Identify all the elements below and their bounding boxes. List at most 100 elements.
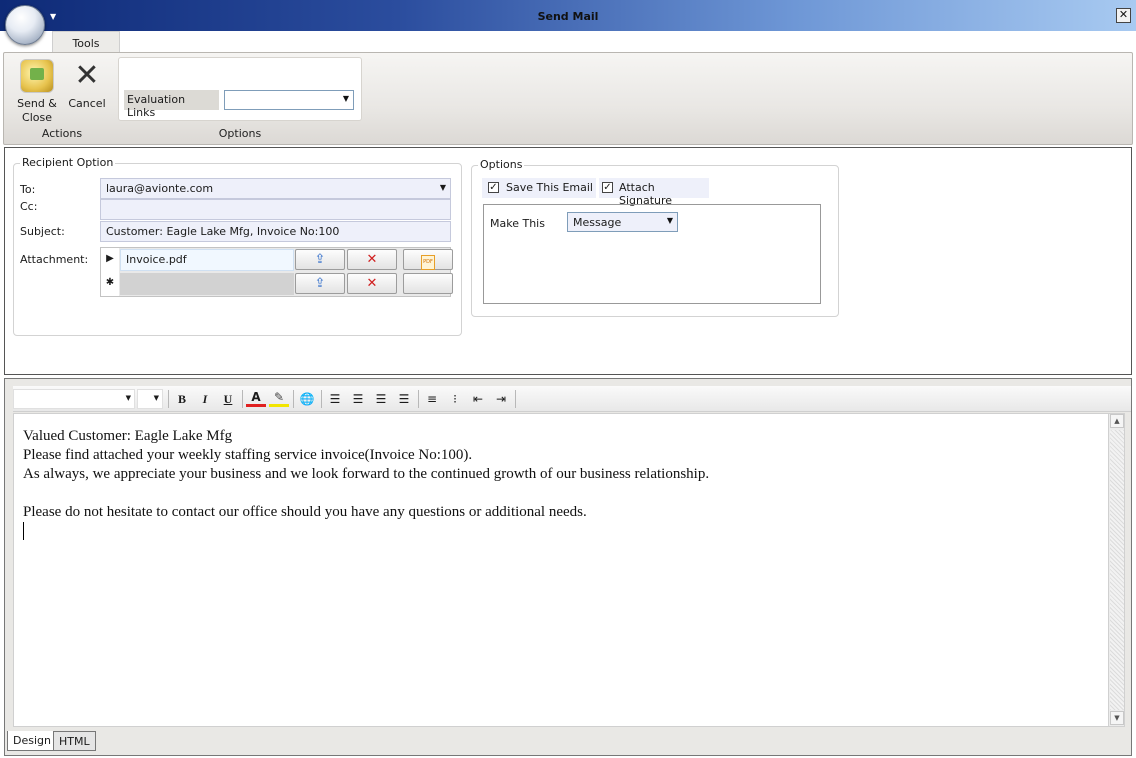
actions-group-label: Actions <box>41 127 83 140</box>
editor-mode-tabs: Design HTML <box>5 731 1131 755</box>
outdent-button[interactable]: ⇤ <box>468 389 488 409</box>
close-button[interactable]: ✕ <box>1116 8 1131 23</box>
to-field[interactable]: laura@avionte.com ▼ <box>100 178 451 199</box>
align-center-icon: ☰ <box>352 392 364 406</box>
chevron-down-icon: ▼ <box>439 183 446 192</box>
italic-button[interactable]: I <box>195 389 215 409</box>
make-this-panel: Make This Message ▼ <box>483 204 821 304</box>
justify-icon: ☰ <box>398 392 410 406</box>
chevron-down-icon: ▼ <box>153 394 159 402</box>
cancel-label: Cancel <box>68 97 106 110</box>
send-close-label-line2: Close <box>22 111 52 124</box>
delete-icon: ✕ <box>366 276 378 291</box>
cancel-button[interactable]: ✕ Cancel <box>65 59 109 125</box>
underline-button[interactable]: U <box>218 389 238 409</box>
indent-icon: ⇥ <box>495 392 507 406</box>
align-left-button[interactable]: ☰ <box>325 389 345 409</box>
send-mail-icon <box>20 59 54 93</box>
cancel-x-icon: ✕ <box>74 58 100 93</box>
make-this-label: Make This <box>490 217 545 230</box>
attach-signature-toggle[interactable]: ✓ Attach Signature <box>599 178 709 207</box>
remove-attachment-button[interactable]: ✕ <box>347 249 397 270</box>
body-line: Please do not hesitate to contact our of… <box>23 504 587 520</box>
title-bar: Send Mail ▼ ✕ <box>0 0 1136 31</box>
remove-attachment-button[interactable]: ✕ <box>347 273 397 294</box>
save-email-label: Save This Email <box>506 181 593 194</box>
chevron-down-icon: ▼ <box>666 216 673 225</box>
ribbon-tabstrip <box>0 31 1136 52</box>
browse-attachment-button[interactable]: ⇪ <box>295 249 345 270</box>
bullet-list-icon: ⁝ <box>453 392 457 406</box>
font-size-dropdown[interactable]: ▼ <box>137 389 163 409</box>
bullet-list-button[interactable]: ⁝ <box>445 389 465 409</box>
scroll-track[interactable] <box>1110 430 1124 710</box>
align-center-button[interactable]: ☰ <box>348 389 368 409</box>
make-this-dropdown[interactable]: Message ▼ <box>567 212 678 232</box>
options-legend: Options <box>478 158 525 171</box>
to-value: laura@avionte.com <box>106 182 214 195</box>
save-email-checkbox[interactable]: ✓ <box>488 182 499 193</box>
subject-value: Customer: Eagle Lake Mfg, Invoice No:100 <box>106 225 340 238</box>
make-this-value: Message <box>573 216 622 229</box>
toolbar-separator <box>515 390 516 408</box>
bold-button[interactable]: B <box>172 389 192 409</box>
save-email-toggle[interactable]: ✓ Save This Email <box>482 178 596 198</box>
message-body-editor[interactable]: Valued Customer: Eagle Lake Mfg Please f… <box>13 413 1115 727</box>
body-line: As always, we appreciate your business a… <box>23 466 710 482</box>
send-close-label-line1: Send & <box>17 97 57 110</box>
subject-label: Subject: <box>20 225 65 238</box>
body-line <box>23 484 1105 503</box>
chevron-down-icon: ▼ <box>342 94 349 103</box>
justify-button[interactable]: ☰ <box>394 389 414 409</box>
font-name-dropdown[interactable]: ▼ <box>13 389 135 409</box>
application-menu-orb[interactable] <box>5 5 45 45</box>
tab-html[interactable]: HTML <box>53 731 96 751</box>
indent-button[interactable]: ⇥ <box>491 389 511 409</box>
text-cursor-line <box>23 522 1105 541</box>
evaluation-links-dropdown[interactable]: ▼ <box>224 90 354 110</box>
options-group-label: Options <box>218 127 262 140</box>
tab-tools[interactable]: Tools <box>52 31 120 53</box>
align-right-icon: ☰ <box>375 392 387 406</box>
ribbon-group-options: Evaluation Links ▼ Options <box>116 57 364 141</box>
empty-action-button[interactable] <box>403 273 453 294</box>
editor-toolbar: ▼ ▼ B I U A ✎ 🌐 ☰ ☰ ☰ ☰ ≡ ⁝ ⇤ ⇥ <box>13 386 1131 412</box>
font-color-button[interactable]: A <box>246 389 266 407</box>
tab-design[interactable]: Design <box>7 731 57 751</box>
highlighter-icon: ✎ <box>273 390 285 404</box>
scroll-down-icon[interactable]: ▼ <box>1110 711 1124 725</box>
options-group: Options ✓ Save This Email ✓ Attach Signa… <box>471 158 839 317</box>
vertical-scrollbar[interactable]: ▲ ▼ <box>1108 413 1125 727</box>
text-caret <box>23 522 24 540</box>
attachment-filename-cell[interactable] <box>120 273 294 295</box>
new-row-icon: ✱ <box>101 272 119 296</box>
insert-link-button[interactable]: 🌐 <box>297 389 317 409</box>
html-editor: ▼ ▼ B I U A ✎ 🌐 ☰ ☰ ☰ ☰ ≡ ⁝ ⇤ ⇥ Valued C… <box>4 378 1132 756</box>
to-label: To: <box>20 183 36 196</box>
body-line: Valued Customer: Eagle Lake Mfg <box>23 428 233 444</box>
attachment-filename-cell[interactable]: Invoice.pdf <box>120 249 294 271</box>
attach-signature-checkbox[interactable]: ✓ <box>602 182 613 193</box>
mail-header-area: Recipient Option To: Cc: Subject: Attach… <box>4 147 1132 375</box>
globe-link-icon: 🌐 <box>299 392 315 406</box>
toolbar-separator <box>242 390 243 408</box>
ribbon: Send & Close ✕ Cancel Actions Evaluation… <box>3 52 1133 145</box>
numbered-list-button[interactable]: ≡ <box>422 389 442 409</box>
highlight-button[interactable]: ✎ <box>269 389 289 407</box>
scroll-up-icon[interactable]: ▲ <box>1110 414 1124 428</box>
subject-field[interactable]: Customer: Eagle Lake Mfg, Invoice No:100 <box>100 221 451 242</box>
align-left-icon: ☰ <box>329 392 341 406</box>
cc-label: Cc: <box>20 200 38 213</box>
evaluation-links-label: Evaluation Links <box>124 90 219 119</box>
align-right-button[interactable]: ☰ <box>371 389 391 409</box>
upload-icon: ⇪ <box>314 276 326 291</box>
browse-attachment-button[interactable]: ⇪ <box>295 273 345 294</box>
quick-access-dropdown-icon[interactable]: ▼ <box>50 12 56 21</box>
recipient-option-legend: Recipient Option <box>20 156 116 169</box>
view-pdf-button[interactable]: PDF <box>403 249 453 270</box>
cc-field[interactable] <box>100 199 451 220</box>
send-close-button[interactable]: Send & Close <box>15 59 59 125</box>
attachment-label: Attachment: <box>20 253 89 266</box>
body-line: Please find attached your weekly staffin… <box>23 447 473 463</box>
toolbar-separator <box>168 390 169 408</box>
